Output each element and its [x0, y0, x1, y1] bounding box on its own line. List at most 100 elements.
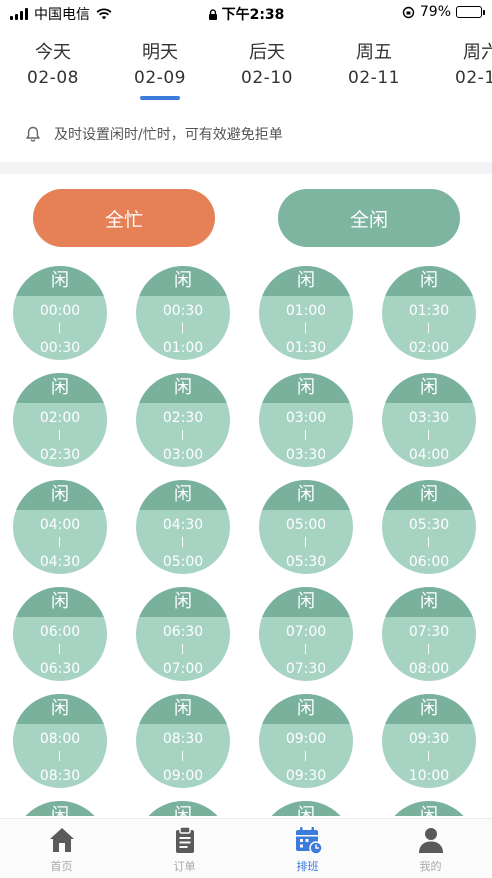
- slot-start-time: 02:30: [162, 410, 204, 426]
- tab-mine[interactable]: 我的: [369, 825, 492, 874]
- profile-person-icon: [369, 825, 492, 855]
- slot-end-time: 04:00: [408, 447, 450, 463]
- bottom-tab-bar: 首页 订单 排班 我的: [0, 818, 492, 878]
- slot-divider: [428, 537, 429, 547]
- slot-status: 闲: [382, 694, 476, 724]
- time-slot[interactable]: 闲 02:00 02:30: [13, 373, 107, 467]
- slot-status: 闲: [259, 587, 353, 617]
- battery-icon: [456, 6, 485, 18]
- time-slot[interactable]: 闲: [259, 801, 353, 816]
- slot-start-time: 05:00: [285, 517, 327, 533]
- slot-end-time: 06:30: [39, 661, 81, 677]
- time-slot[interactable]: 闲 01:30 02:00: [382, 266, 476, 360]
- time-slot[interactable]: 闲 04:00 04:30: [13, 480, 107, 574]
- date-tab-date: 02-08: [27, 68, 79, 88]
- time-slot[interactable]: 闲 08:00 08:30: [13, 694, 107, 788]
- slot-status: 闲: [259, 373, 353, 403]
- time-slot[interactable]: 闲: [382, 801, 476, 816]
- slot-start-time: 07:00: [285, 624, 327, 640]
- time-slot[interactable]: 闲 03:00 03:30: [259, 373, 353, 467]
- slot-status: 闲: [382, 266, 476, 296]
- time-slot[interactable]: 闲 08:30 09:00: [136, 694, 230, 788]
- tab-label: 排班: [296, 860, 319, 873]
- date-tab-date: 02-12: [455, 68, 492, 88]
- date-tab-02-10[interactable]: 后天 02-10: [222, 40, 312, 90]
- time-slot[interactable]: 闲 07:30 08:00: [382, 587, 476, 681]
- slot-start-time: 01:30: [408, 303, 450, 319]
- date-tab-02-09[interactable]: 明天 02-09: [115, 40, 205, 100]
- tab-label: 订单: [173, 860, 196, 873]
- time-slot[interactable]: 闲 00:00 00:30: [13, 266, 107, 360]
- lock-icon: [208, 9, 217, 20]
- time-slot[interactable]: 闲 06:00 06:30: [13, 587, 107, 681]
- slot-start-time: 00:30: [162, 303, 204, 319]
- time-slot[interactable]: 闲 09:00 09:30: [259, 694, 353, 788]
- slot-start-time: 05:30: [408, 517, 450, 533]
- slot-end-time: 06:00: [408, 554, 450, 570]
- slot-start-time: 09:30: [408, 731, 450, 747]
- date-tab-02-08[interactable]: 今天 02-08: [8, 40, 98, 90]
- date-tab-weekday: 周五: [356, 42, 392, 63]
- slot-status: 闲: [13, 694, 107, 724]
- slot-status: 闲: [382, 801, 476, 816]
- slot-end-time: 02:00: [408, 340, 450, 356]
- tab-schedule[interactable]: 排班: [246, 825, 369, 874]
- all-busy-button[interactable]: 全忙: [33, 189, 215, 247]
- slot-divider: [59, 751, 60, 761]
- time-slot[interactable]: 闲 01:00 01:30: [259, 266, 353, 360]
- slot-end-time: 01:30: [285, 340, 327, 356]
- schedule-calendar-icon: [246, 825, 369, 855]
- slot-start-time: 00:00: [39, 303, 81, 319]
- time-slot[interactable]: 闲 03:30 04:00: [382, 373, 476, 467]
- slot-end-time: 05:30: [285, 554, 327, 570]
- slot-status: 闲: [13, 373, 107, 403]
- slot-start-time: 04:00: [39, 517, 81, 533]
- slot-divider: [428, 644, 429, 654]
- slot-start-time: 01:00: [285, 303, 327, 319]
- slot-start-time: 04:30: [162, 517, 204, 533]
- time-slot[interactable]: 闲 06:30 07:00: [136, 587, 230, 681]
- time-slot[interactable]: 闲: [13, 801, 107, 816]
- slot-end-time: 00:30: [39, 340, 81, 356]
- slot-status: 闲: [13, 266, 107, 296]
- time-slot[interactable]: 闲 05:30 06:00: [382, 480, 476, 574]
- slot-start-time: 06:00: [39, 624, 81, 640]
- slot-status: 闲: [382, 480, 476, 510]
- date-tab-date: 02-09: [134, 68, 186, 88]
- slot-divider: [305, 751, 306, 761]
- time-slot[interactable]: 闲 00:30 01:00: [136, 266, 230, 360]
- slot-start-time: 09:00: [285, 731, 327, 747]
- slot-start-time: 03:30: [408, 410, 450, 426]
- slot-divider: [59, 323, 60, 333]
- slot-divider: [305, 537, 306, 547]
- slot-divider: [182, 537, 183, 547]
- slot-divider: [59, 644, 60, 654]
- date-tab-02-12[interactable]: 周六 02-12: [436, 40, 492, 90]
- battery-percent: 79%: [419, 4, 451, 20]
- time-slot[interactable]: 闲 02:30 03:00: [136, 373, 230, 467]
- tab-home[interactable]: 首页: [0, 825, 123, 874]
- all-free-button[interactable]: 全闲: [278, 189, 460, 247]
- time-slot[interactable]: 闲 05:00 05:30: [259, 480, 353, 574]
- slot-divider: [305, 323, 306, 333]
- date-tab-02-11[interactable]: 周五 02-11: [329, 40, 419, 90]
- slot-divider: [428, 323, 429, 333]
- slot-end-time: 01:00: [162, 340, 204, 356]
- slot-divider: [428, 751, 429, 761]
- slot-status: 闲: [259, 480, 353, 510]
- time-slot[interactable]: 闲 09:30 10:00: [382, 694, 476, 788]
- time-slot[interactable]: 闲 07:00 07:30: [259, 587, 353, 681]
- bell-icon: [26, 126, 40, 142]
- time-slot[interactable]: 闲: [136, 801, 230, 816]
- slot-divider: [428, 430, 429, 440]
- slot-end-time: 02:30: [39, 447, 81, 463]
- slot-status: 闲: [136, 480, 230, 510]
- time-slot[interactable]: 闲 04:30 05:00: [136, 480, 230, 574]
- date-tab-weekday: 后天: [249, 42, 285, 63]
- date-tab-weekday: 明天: [142, 42, 178, 63]
- slot-start-time: 08:00: [39, 731, 81, 747]
- slot-status: 闲: [13, 587, 107, 617]
- status-bar: 中国电信 下午2:38 79%: [0, 0, 492, 26]
- tab-orders[interactable]: 订单: [123, 825, 246, 874]
- slot-start-time: 03:00: [285, 410, 327, 426]
